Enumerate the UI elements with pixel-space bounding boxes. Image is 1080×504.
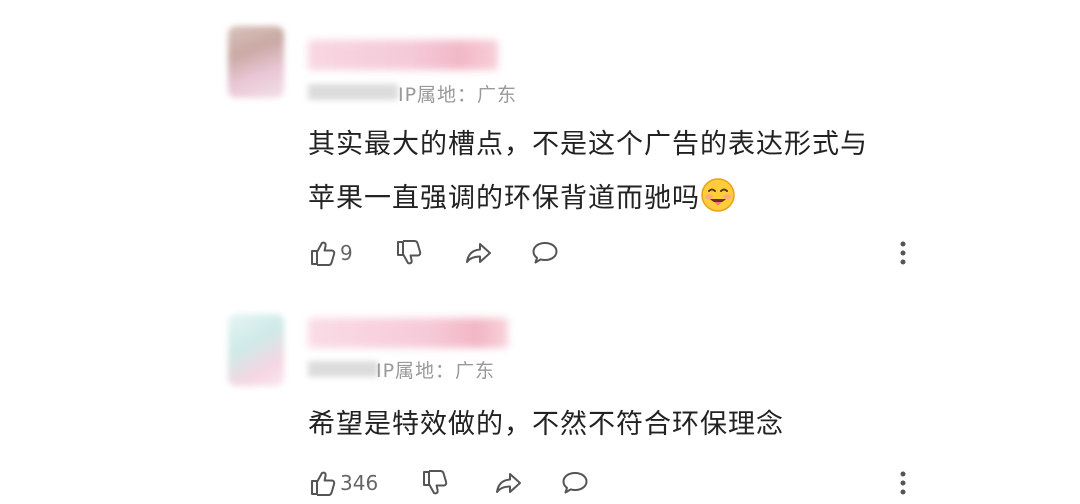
like-button[interactable]: 346 <box>308 466 378 500</box>
comment-text-line: 苹果一直强调的环保背道而驰吗 <box>308 172 868 226</box>
more-vertical-icon <box>900 471 906 495</box>
reply-button[interactable] <box>530 236 560 270</box>
like-button[interactable]: 9 <box>308 236 353 270</box>
comment-text-line: 希望是特效做的，不然不符合环保理念 <box>308 409 784 440</box>
avatar[interactable] <box>228 314 284 386</box>
dislike-button[interactable] <box>420 466 450 500</box>
comment-icon <box>532 242 558 264</box>
reply-button[interactable] <box>560 466 590 500</box>
share-icon <box>466 243 491 263</box>
username-blurred[interactable] <box>308 318 508 348</box>
like-count: 9 <box>340 241 353 265</box>
share-button[interactable] <box>464 236 494 270</box>
ip-location: IP属地：广东 <box>376 360 496 382</box>
thumbs-up-icon <box>311 241 336 266</box>
user-id-blurred <box>308 361 378 377</box>
comment-text: 希望是特效做的，不然不符合环保理念 <box>308 398 784 452</box>
comment-icon <box>562 472 588 494</box>
thumbs-up-icon <box>311 471 336 496</box>
grinning-face-with-tongue-icon <box>701 178 735 212</box>
more-vertical-icon <box>900 241 906 265</box>
user-id-blurred <box>308 84 398 100</box>
thumbs-down-icon <box>397 240 422 265</box>
share-button[interactable] <box>494 466 524 500</box>
ip-location: IP属地：广东 <box>398 84 518 106</box>
username-blurred[interactable] <box>308 40 498 70</box>
comment-text: 其实最大的槽点，不是这个广告的表达形式与 苹果一直强调的环保背道而驰吗 <box>308 118 868 226</box>
avatar[interactable] <box>228 26 284 98</box>
dislike-button[interactable] <box>394 236 424 270</box>
like-count: 346 <box>340 471 379 495</box>
more-options-button[interactable] <box>896 236 910 270</box>
thumbs-down-icon <box>423 470 448 495</box>
more-options-button[interactable] <box>896 466 910 500</box>
comment-text-line: 其实最大的槽点，不是这个广告的表达形式与 <box>308 129 868 160</box>
share-icon <box>496 473 521 493</box>
